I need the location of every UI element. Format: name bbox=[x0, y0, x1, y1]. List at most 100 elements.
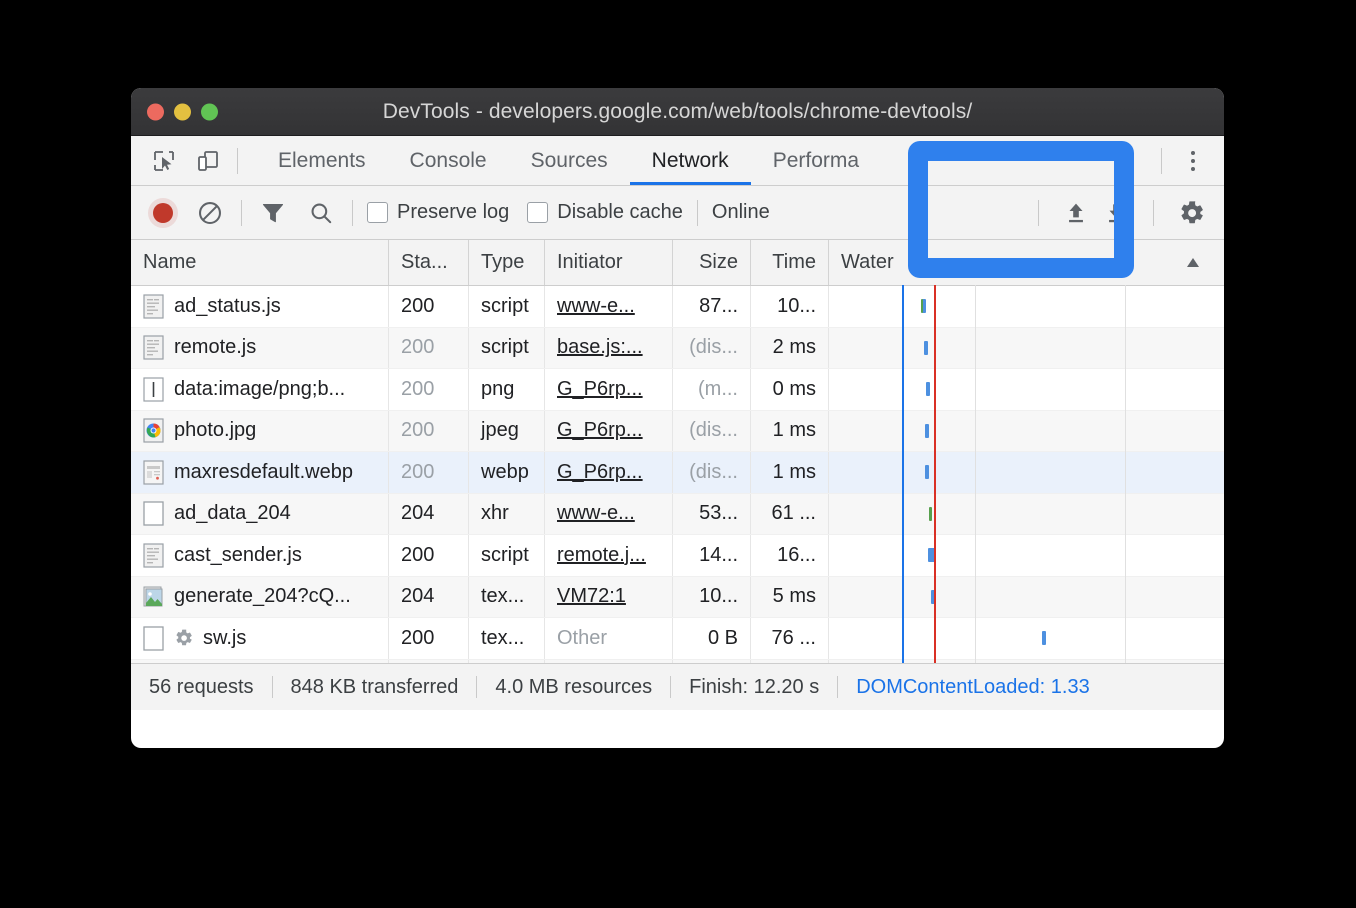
toolbar-divider-4 bbox=[1038, 199, 1039, 226]
cell-size: 87... bbox=[673, 286, 751, 327]
waterfall-bar bbox=[924, 423, 929, 438]
column-header-waterfall[interactable]: Water bbox=[829, 240, 1224, 285]
export-har-download-icon[interactable] bbox=[1099, 196, 1133, 230]
network-status-bar: 56 requests 848 KB transferred 4.0 MB re… bbox=[131, 663, 1224, 710]
tab-console[interactable]: Console bbox=[388, 136, 509, 185]
cell-time: 16... bbox=[751, 535, 829, 576]
tab-performance[interactable]: Performa bbox=[751, 136, 881, 185]
column-header-size[interactable]: Size bbox=[673, 240, 751, 285]
cell-name: cast_sender.js bbox=[131, 535, 389, 576]
cell-initiator[interactable]: G_P6rp... bbox=[545, 410, 673, 451]
request-count: 56 requests bbox=[149, 675, 254, 698]
disable-cache-checkbox[interactable]: Disable cache bbox=[527, 201, 683, 224]
device-toolbar-icon[interactable] bbox=[193, 146, 223, 176]
inspect-element-icon[interactable] bbox=[149, 146, 179, 176]
column-header-name[interactable]: Name bbox=[131, 240, 389, 285]
finish-time: Finish: 12.20 s bbox=[689, 675, 820, 698]
blank-doc-icon bbox=[143, 501, 164, 526]
table-row[interactable]: remote.js 200 script base.js:... (dis...… bbox=[131, 327, 1224, 369]
cell-status: 200 bbox=[389, 286, 469, 327]
cell-initiator[interactable]: VM72:1 bbox=[545, 576, 673, 617]
filter-icon[interactable] bbox=[256, 196, 290, 230]
service-worker-gear-icon bbox=[176, 629, 192, 646]
cell-name: photo.jpg bbox=[131, 410, 389, 451]
toolbar-divider-5 bbox=[1153, 199, 1154, 226]
table-row[interactable]: log_event?alt=jso... 200 xhr base.js:...… bbox=[131, 659, 1224, 664]
dom-content-loaded-time: DOMContentLoaded: 1.33 bbox=[856, 675, 1090, 698]
throttling-select[interactable]: Online bbox=[712, 201, 770, 224]
cell-type: tex... bbox=[469, 576, 545, 617]
status-divider bbox=[670, 676, 672, 698]
column-header-type[interactable]: Type bbox=[469, 240, 545, 285]
table-row[interactable]: generate_204?cQ... 204 tex... VM72:1 10.… bbox=[131, 576, 1224, 618]
column-header-initiator[interactable]: Initiator bbox=[545, 240, 673, 285]
initiator-link[interactable]: G_P6rp... bbox=[557, 461, 643, 484]
toolbar-divider-2 bbox=[352, 199, 353, 226]
devtools-window: DevTools - developers.google.com/web/too… bbox=[131, 88, 1224, 748]
kebab-menu-icon[interactable] bbox=[1176, 144, 1210, 178]
gear-icon[interactable] bbox=[1174, 195, 1210, 231]
cell-waterfall bbox=[829, 660, 1224, 664]
window-titlebar: DevTools - developers.google.com/web/too… bbox=[131, 88, 1224, 136]
sort-ascending-icon bbox=[1187, 257, 1199, 267]
column-header-status[interactable]: Sta... bbox=[389, 240, 469, 285]
table-row[interactable]: ad_status.js 200 script www-e... 87... 1… bbox=[131, 286, 1224, 328]
waterfall-bar bbox=[924, 465, 929, 480]
cell-initiator[interactable]: G_P6rp... bbox=[545, 369, 673, 410]
tab-sources[interactable]: Sources bbox=[509, 136, 630, 185]
cell-time: 61 ... bbox=[751, 493, 829, 534]
cell-initiator[interactable]: remote.j... bbox=[545, 535, 673, 576]
record-button-icon[interactable] bbox=[147, 197, 179, 229]
initiator-link[interactable]: remote.j... bbox=[557, 544, 646, 567]
cell-size: (dis... bbox=[673, 327, 751, 368]
cell-type: script bbox=[469, 286, 545, 327]
initiator-link[interactable]: www-e... bbox=[557, 295, 635, 318]
initiator-link[interactable]: G_P6rp... bbox=[557, 419, 643, 442]
search-icon[interactable] bbox=[304, 196, 338, 230]
column-header-time[interactable]: Time bbox=[751, 240, 829, 285]
tab-elements[interactable]: Elements bbox=[256, 136, 388, 185]
cell-type: script bbox=[469, 327, 545, 368]
table-row[interactable]: sw.js 200 tex... Other 0 B 76 ... bbox=[131, 618, 1224, 660]
request-name: generate_204?cQ... bbox=[174, 585, 351, 608]
checkbox-box bbox=[367, 202, 388, 223]
cell-initiator[interactable]: base.js:... bbox=[545, 659, 673, 663]
cell-initiator[interactable]: www-e... bbox=[545, 286, 673, 327]
table-row[interactable]: photo.jpg 200 jpeg G_P6rp... (dis... 1 m… bbox=[131, 410, 1224, 452]
tab-network[interactable]: Network bbox=[629, 136, 751, 185]
tabbar-right-divider bbox=[1161, 147, 1162, 174]
close-button[interactable] bbox=[147, 103, 164, 120]
status-divider bbox=[271, 676, 273, 698]
clear-network-log-icon[interactable] bbox=[193, 196, 227, 230]
initiator-link[interactable]: G_P6rp... bbox=[557, 378, 643, 401]
cell-initiator[interactable]: base.js:... bbox=[545, 327, 673, 368]
blank-doc-icon bbox=[143, 626, 164, 651]
panel-tabs: Elements Console Sources Network Perform… bbox=[256, 136, 881, 185]
table-row[interactable]: maxresdefault.webp 200 webp G_P6rp... (d… bbox=[131, 452, 1224, 494]
cell-initiator[interactable]: www-e... bbox=[545, 493, 673, 534]
minimize-button[interactable] bbox=[174, 103, 191, 120]
cell-waterfall bbox=[829, 535, 1224, 576]
waterfall-bar bbox=[1042, 631, 1046, 646]
script-file-icon bbox=[143, 294, 164, 319]
preserve-log-checkbox[interactable]: Preserve log bbox=[367, 201, 509, 224]
table-row[interactable]: data:image/png;b... 200 png G_P6rp... (m… bbox=[131, 369, 1224, 411]
cell-time: 0 ms bbox=[751, 369, 829, 410]
import-har-upload-icon[interactable] bbox=[1059, 196, 1093, 230]
request-name: ad_data_204 bbox=[174, 502, 291, 525]
image-file-icon bbox=[143, 377, 164, 402]
cell-size: (dis... bbox=[673, 410, 751, 451]
table-row[interactable]: ad_data_204 204 xhr www-e... 53... 61 ..… bbox=[131, 493, 1224, 535]
initiator-link[interactable]: www-e... bbox=[557, 502, 635, 525]
cell-time: 10... bbox=[751, 286, 829, 327]
cell-status: 200 bbox=[389, 618, 469, 659]
cell-initiator[interactable]: G_P6rp... bbox=[545, 452, 673, 493]
initiator-link[interactable]: VM72:1 bbox=[557, 585, 626, 608]
resources-size: 4.0 MB resources bbox=[495, 675, 653, 698]
tab-label: Performa bbox=[772, 148, 860, 172]
table-row[interactable]: cast_sender.js 200 script remote.j... 14… bbox=[131, 535, 1224, 577]
status-divider bbox=[837, 676, 839, 698]
initiator-link[interactable]: base.js:... bbox=[557, 336, 643, 359]
checkbox-box bbox=[527, 202, 549, 223]
maximize-button[interactable] bbox=[201, 103, 218, 120]
